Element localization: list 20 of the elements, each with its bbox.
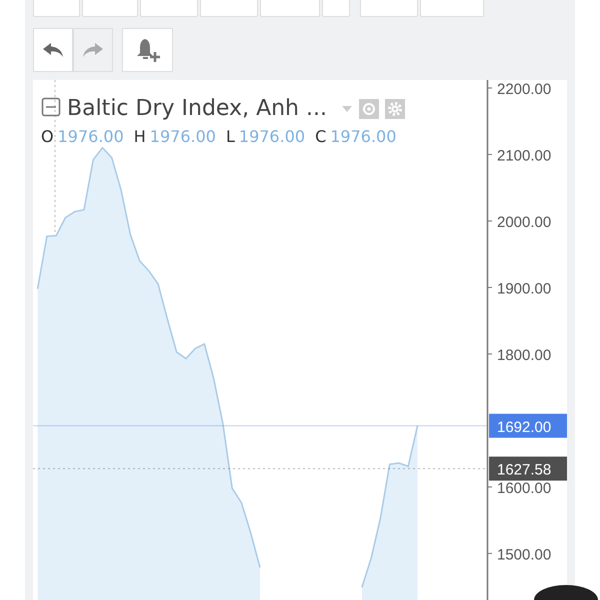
ohlc-label: L xyxy=(226,127,235,146)
ohlc-value: 1976.00 xyxy=(150,127,216,146)
axis-label: 2100.00 xyxy=(497,147,552,164)
axis-label: 1500.00 xyxy=(497,546,552,564)
ohlc-label: C xyxy=(315,127,326,146)
ref-line-label: 1627.58 xyxy=(497,462,552,479)
ref-line-label: 1692.00 xyxy=(497,418,552,436)
ohlc-value: 1976.00 xyxy=(58,127,124,146)
price-badge: 1627.58 xyxy=(489,456,567,481)
axis-label: 2000.00 xyxy=(497,214,552,231)
axis-label: 2200.00 xyxy=(497,80,552,98)
ohlc-value: 1976.00 xyxy=(330,127,396,146)
ohlc-label: H xyxy=(134,127,146,146)
axis-label: 1600.00 xyxy=(497,480,552,497)
ohlc-label: O xyxy=(41,127,54,146)
price-badge: 1692.00 xyxy=(489,414,567,438)
ohlc-value: 1976.00 xyxy=(238,127,306,146)
axis-label: 1800.00 xyxy=(497,346,552,364)
axis-label: 1900.00 xyxy=(497,280,552,298)
series-title: Baltic Dry Index, Anh ... xyxy=(67,96,327,121)
